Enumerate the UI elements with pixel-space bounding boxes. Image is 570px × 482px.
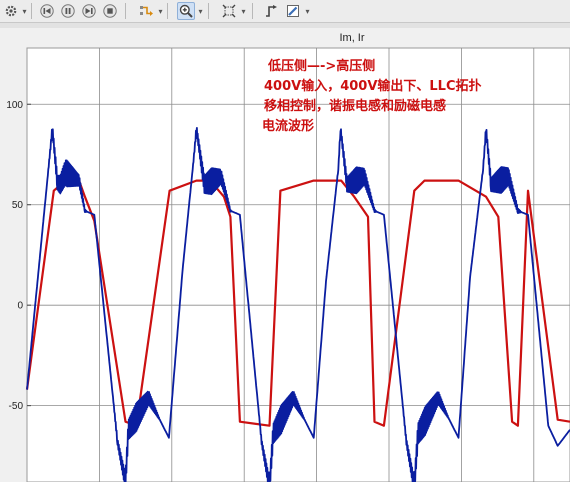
style-dropdown-icon[interactable]: ▾ — [304, 2, 311, 20]
stop-icon[interactable] — [101, 2, 119, 20]
y-tick-label: 50 — [12, 200, 24, 211]
annotation-line: 电流波形 — [262, 118, 314, 134]
annotation-line: 400V输入，400V输出下、LLC拓扑 — [264, 78, 482, 94]
pause-icon[interactable] — [59, 2, 77, 20]
step-forward-icon[interactable] — [80, 2, 98, 20]
annotation-line: 移相控制，谐振电感和励磁电感 — [264, 98, 446, 114]
style-brush-icon[interactable] — [284, 2, 302, 20]
toolbar-separator — [167, 3, 168, 19]
zoom-dropdown-icon[interactable]: ▾ — [197, 2, 204, 20]
annotation-line: 低压侧—->高压侧 — [267, 58, 375, 74]
toolbar-separator — [125, 3, 126, 19]
y-tick-label: 0 — [17, 301, 23, 312]
triggers-icon[interactable] — [262, 2, 280, 20]
y-tick-label: -50 — [9, 401, 24, 412]
fit-dropdown-icon[interactable]: ▾ — [240, 2, 247, 20]
toolbar: ▾ ▾ ▾ ▾ ▾ — [0, 0, 570, 23]
step-back-icon[interactable] — [38, 2, 56, 20]
highlight-signal-icon[interactable] — [138, 2, 156, 20]
toolbar-separator — [208, 3, 209, 19]
gear-icon[interactable] — [2, 2, 20, 20]
gear-dropdown-icon[interactable]: ▾ — [21, 2, 28, 20]
toolbar-separator — [31, 3, 32, 19]
y-tick-label: 100 — [6, 100, 23, 111]
toolbar-separator — [252, 3, 253, 19]
zoom-in-icon[interactable] — [177, 2, 195, 20]
chart-title: Im, Ir — [339, 32, 364, 44]
scope-plot: Im, Ir 100 50 0 -50 低压侧—->高压侧 400V输入，400V输出下… — [0, 28, 570, 482]
highlight-dropdown-icon[interactable]: ▾ — [157, 2, 164, 20]
fit-to-view-icon[interactable] — [220, 2, 238, 20]
